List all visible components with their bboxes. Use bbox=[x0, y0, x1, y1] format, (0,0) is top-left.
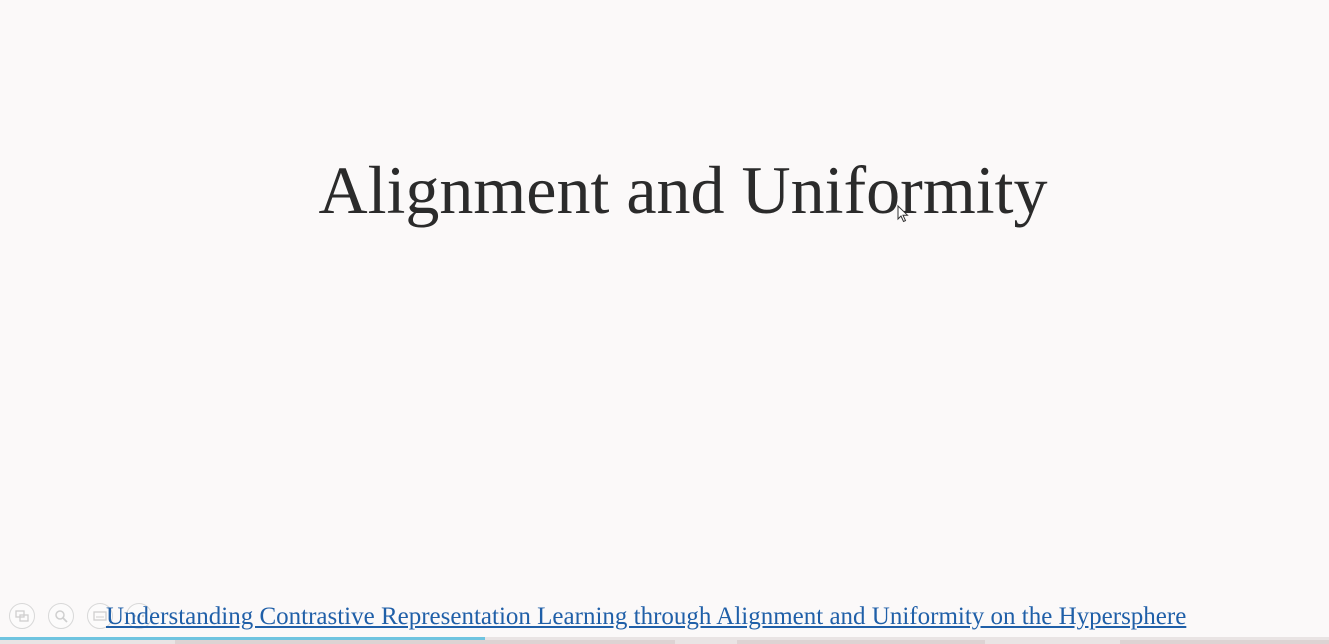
slides-overview-button[interactable] bbox=[9, 603, 35, 629]
slide: Alignment and Uniformity Understanding C… bbox=[0, 0, 1329, 644]
progress-segment bbox=[175, 640, 675, 644]
slides-overview-icon bbox=[15, 609, 29, 623]
zoom-icon bbox=[54, 609, 68, 623]
captions-icon bbox=[93, 609, 107, 623]
slide-title: Alignment and Uniformity bbox=[318, 152, 1048, 228]
zoom-button[interactable] bbox=[48, 603, 74, 629]
progress-segment bbox=[737, 640, 985, 644]
mouse-cursor-icon bbox=[897, 204, 909, 228]
reference-paper-link[interactable]: Understanding Contrastive Representation… bbox=[106, 602, 1186, 632]
progress-segment bbox=[1120, 640, 1329, 644]
progress-bar[interactable] bbox=[0, 637, 1329, 644]
